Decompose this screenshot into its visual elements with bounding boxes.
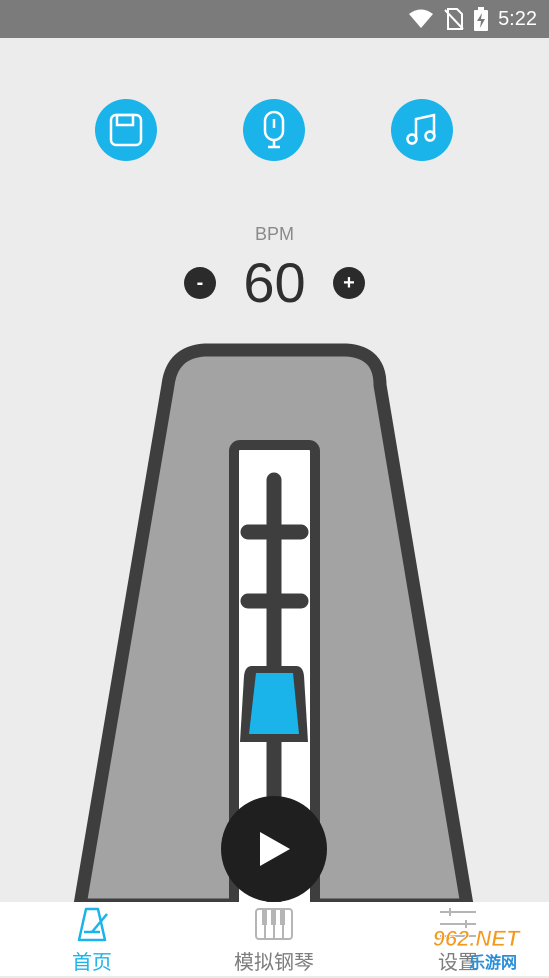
watermark-logo-icon: 962.NET 乐游网 — [432, 926, 521, 972]
metronome-icon — [77, 907, 108, 942]
play-icon — [260, 832, 290, 866]
status-time: 5:22 — [498, 7, 537, 30]
nav-item-home[interactable]: 首页 — [52, 902, 132, 976]
status-icons: 5:22 — [408, 0, 537, 38]
nav-item-piano[interactable]: 模拟钢琴 — [224, 902, 324, 976]
wifi-icon — [409, 9, 434, 28]
nav-label-piano: 模拟钢琴 — [234, 950, 314, 974]
battery-charging-icon — [474, 7, 489, 31]
piano-icon — [255, 908, 293, 940]
main-screen: BPM - 60 + — [0, 38, 549, 902]
pendulum-weight-accent — [249, 673, 299, 734]
metronome-illustration — [73, 343, 474, 902]
watermark-brand: 962.NET — [433, 926, 521, 951]
watermark-logo: 962.NET 乐游网 — [411, 924, 541, 974]
watermark-text: 乐游网 — [469, 953, 517, 972]
no-sim-icon — [444, 8, 464, 30]
nav-label-home: 首页 — [72, 950, 112, 974]
bottom-nav: 首页 模拟钢琴 设置 962.NET 乐游网 — [0, 902, 549, 976]
status-bar: 5:22 — [0, 0, 549, 38]
play-button[interactable] — [221, 796, 327, 902]
